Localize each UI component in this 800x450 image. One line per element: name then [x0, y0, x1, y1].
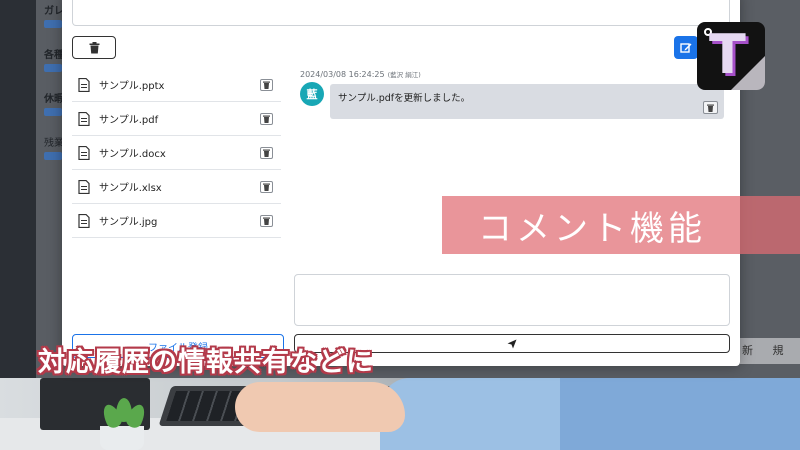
trash-icon [707, 104, 714, 112]
comment-author: (藍沢 絹江) [387, 71, 421, 79]
comment-bubble: サンプル.pdfを更新しました。 [330, 84, 724, 119]
delete-button[interactable] [72, 36, 116, 59]
edit-button[interactable] [674, 36, 698, 59]
file-delete-button[interactable] [260, 215, 273, 227]
feature-title: コメント機能 [478, 209, 706, 249]
description-textarea[interactable] [72, 0, 730, 26]
file-delete-button[interactable] [260, 147, 273, 159]
edit-icon [680, 42, 692, 53]
trash-icon [263, 149, 270, 157]
background-list-item: 休暇 [44, 90, 64, 116]
file-item[interactable]: サンプル.pdf [72, 102, 281, 136]
file-delete-button[interactable] [260, 113, 273, 125]
background-list-item: 残業 [44, 134, 64, 160]
send-icon [507, 339, 517, 348]
file-item[interactable]: サンプル.docx [72, 136, 281, 170]
logo-letter: T [709, 23, 746, 86]
trash-icon [263, 115, 270, 123]
file-icon [78, 111, 90, 126]
trash-icon [263, 183, 270, 191]
comment-timestamp: 2024/03/08 16:24:25 (藍沢 絹江) [300, 70, 421, 79]
file-item[interactable]: サンプル.jpg [72, 204, 281, 238]
background-list-item: ガレ [44, 2, 64, 28]
file-icon [78, 213, 90, 228]
background-sidebar [0, 0, 36, 380]
file-icon [78, 77, 90, 92]
trash-icon [89, 41, 99, 53]
file-item[interactable]: サンプル.pptx [72, 68, 281, 102]
new-button[interactable]: 新 規 [740, 338, 800, 364]
file-item[interactable]: サンプル.xlsx [72, 170, 281, 204]
hand-image [235, 382, 405, 432]
channel-logo: T [697, 22, 765, 90]
file-delete-button[interactable] [260, 79, 273, 91]
file-name[interactable]: サンプル.xlsx [99, 179, 162, 194]
video-caption: 対応履歴の情報共有などに [38, 347, 374, 378]
trash-icon [263, 217, 270, 225]
plant-pot-image [100, 426, 144, 450]
file-list: サンプル.pptx サンプル.pdf サンプル.docx サンプル.xlsx サ… [72, 68, 281, 238]
comment-input[interactable] [294, 274, 730, 326]
file-name[interactable]: サンプル.jpg [99, 213, 157, 228]
trash-icon [263, 81, 270, 89]
feature-banner: コメント機能 [442, 196, 800, 254]
file-delete-button[interactable] [260, 181, 273, 193]
background-list-item: 各種 [44, 46, 64, 72]
file-icon [78, 145, 90, 160]
comment-text: サンプル.pdfを更新しました。 [338, 93, 471, 104]
file-icon [78, 179, 90, 194]
file-name[interactable]: サンプル.docx [99, 145, 166, 160]
file-name[interactable]: サンプル.pdf [99, 111, 158, 126]
office-photo [0, 378, 800, 450]
comment-delete-button[interactable] [703, 101, 718, 114]
avatar: 藍 [300, 82, 324, 106]
file-name[interactable]: サンプル.pptx [99, 77, 164, 92]
file-comment-modal: サンプル.pptx サンプル.pdf サンプル.docx サンプル.xlsx サ… [62, 0, 740, 366]
